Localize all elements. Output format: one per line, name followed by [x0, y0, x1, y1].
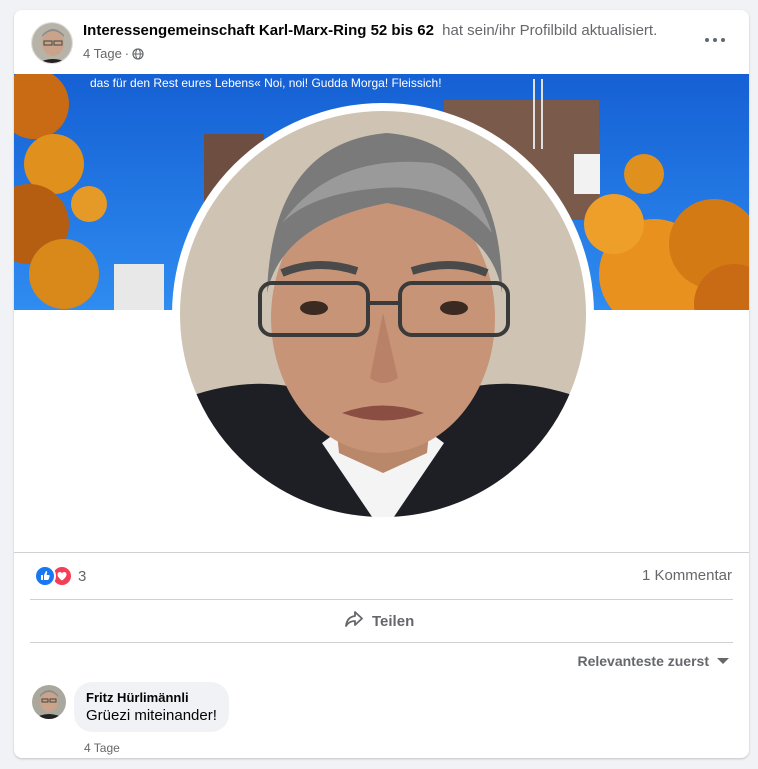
- divider: [14, 552, 749, 553]
- comment-time[interactable]: 4 Tage: [84, 741, 120, 755]
- caret-down-icon: [717, 658, 729, 664]
- comment-sort-dropdown[interactable]: Relevanteste zuerst: [577, 653, 729, 669]
- profile-picture[interactable]: [172, 103, 594, 525]
- divider: [30, 599, 733, 600]
- globe-icon: [132, 47, 144, 60]
- page-avatar[interactable]: [31, 22, 73, 64]
- post-card: Interessengemeinschaft Karl-Marx-Ring 52…: [14, 10, 749, 758]
- comment-avatar[interactable]: [32, 685, 66, 719]
- share-icon: [344, 610, 372, 632]
- comment-bubble: Fritz Hürlimännli Grüezi miteinander!: [74, 682, 229, 732]
- reaction-count: 3: [78, 567, 87, 585]
- post-action-text: hat sein/ihr Profilbild aktualisiert.: [442, 22, 658, 39]
- divider: [30, 642, 733, 643]
- comment-text: Grüezi miteinander!: [86, 707, 217, 724]
- header-title: Interessengemeinschaft Karl-Marx-Ring 52…: [83, 22, 657, 39]
- reactions-summary[interactable]: 3: [34, 565, 86, 587]
- post-time[interactable]: 4 Tage: [83, 46, 122, 61]
- comment-count-link[interactable]: 1 Kommentar: [642, 567, 732, 584]
- post-header: Interessengemeinschaft Karl-Marx-Ring 52…: [14, 10, 749, 74]
- page-name-link[interactable]: Interessengemeinschaft Karl-Marx-Ring 52…: [83, 22, 434, 39]
- post-meta: 4 Tage ·: [83, 46, 144, 61]
- comment-author[interactable]: Fritz Hürlimännli: [86, 690, 217, 705]
- share-button[interactable]: Teilen: [344, 610, 414, 632]
- meta-separator: ·: [124, 46, 130, 61]
- share-label: Teilen: [372, 612, 415, 630]
- like-icon: [34, 565, 56, 587]
- sort-label: Relevanteste zuerst: [577, 653, 709, 669]
- more-options-icon[interactable]: [699, 28, 731, 52]
- cover-caption: das für den Rest eures Lebens« Noi, noi!…: [90, 76, 442, 90]
